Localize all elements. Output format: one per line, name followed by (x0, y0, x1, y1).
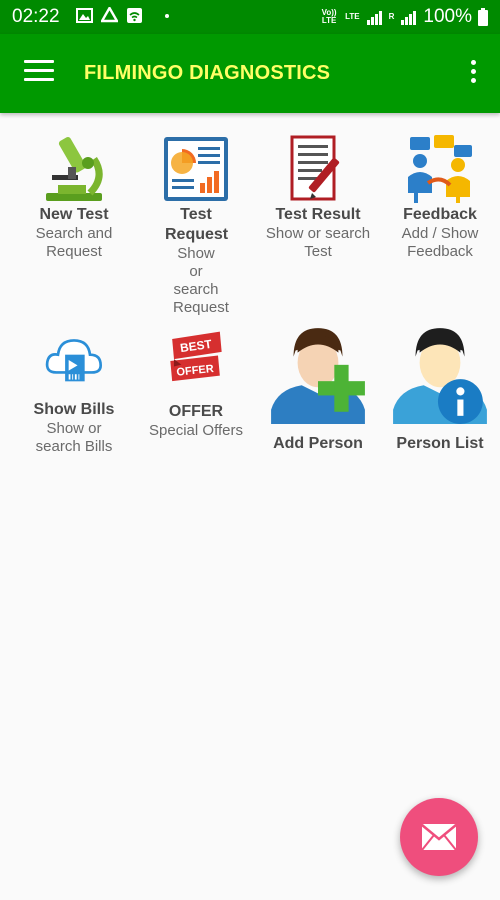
people-chat-icon (408, 135, 472, 203)
mail-icon (421, 824, 457, 851)
tile-label: Show Bills (33, 401, 115, 418)
tile-label: Test Request (165, 206, 229, 243)
tile-label: New Test (39, 206, 109, 223)
report-chart-icon (164, 137, 228, 201)
person-info-icon (393, 328, 487, 424)
drive-icon (101, 7, 118, 23)
tile-test-request[interactable]: Test Request Show or search Request (135, 133, 257, 317)
tile-show-bills[interactable]: Show Bills Show or search Bills (13, 328, 135, 456)
tile-subtitle: Search and Request (35, 225, 113, 260)
tile-label: OFFER (168, 403, 224, 420)
battery-percent: 100% (423, 6, 472, 27)
notification-icons (76, 7, 169, 24)
overflow-menu-icon[interactable] (468, 60, 478, 86)
tile-label: Person List (396, 435, 484, 452)
tile-offer[interactable]: BEST OFFER OFFER Special Offers (135, 328, 257, 440)
microscope-icon (46, 137, 103, 201)
tile-add-person[interactable]: Add Person (257, 322, 379, 454)
email-fab-button[interactable] (400, 798, 478, 876)
tile-subtitle: Show or search Request (173, 245, 229, 316)
tile-new-test[interactable]: New Test Search and Request (13, 133, 135, 261)
battery-icon (478, 8, 488, 26)
tile-subtitle: Special Offers (149, 422, 243, 439)
app-title: FILMINGO DIAGNOSTICS (84, 62, 331, 84)
tile-subtitle: Show or search Test (265, 225, 371, 260)
tile-feedback[interactable]: Feedback Add / Show Feedback (379, 133, 500, 261)
lte-indicator: LTE (345, 12, 360, 21)
tile-subtitle: Show or search Bills (35, 420, 113, 455)
signal-icon (366, 10, 382, 25)
tile-test-result[interactable]: Test Result Show or search Test (257, 133, 379, 261)
tile-label: Feedback (403, 206, 477, 223)
roaming-indicator: R (388, 12, 395, 21)
tile-subtitle: Add / Show Feedback (401, 225, 479, 260)
add-person-icon (271, 328, 365, 424)
volte-indicator: Vo)) LTE (321, 8, 337, 25)
cloud-bill-icon (45, 339, 103, 382)
tile-label: Add Person (273, 435, 363, 452)
best-offer-icon: BEST OFFER (170, 331, 222, 382)
tile-label: Test Result (275, 206, 361, 223)
signal-icon-2 (401, 10, 417, 25)
dot-icon (165, 13, 169, 18)
app-bar: FILMINGO DIAGNOSTICS (0, 34, 500, 113)
hamburger-menu-icon[interactable] (24, 60, 54, 84)
document-pen-icon (290, 135, 340, 201)
wifi-box-icon (127, 8, 142, 23)
status-time: 02:22 (12, 6, 60, 27)
tile-person-list[interactable]: Person List (379, 322, 500, 454)
gallery-icon (76, 8, 93, 23)
status-bar: 02:22 Vo)) LTE LTE R 100% (0, 0, 500, 34)
